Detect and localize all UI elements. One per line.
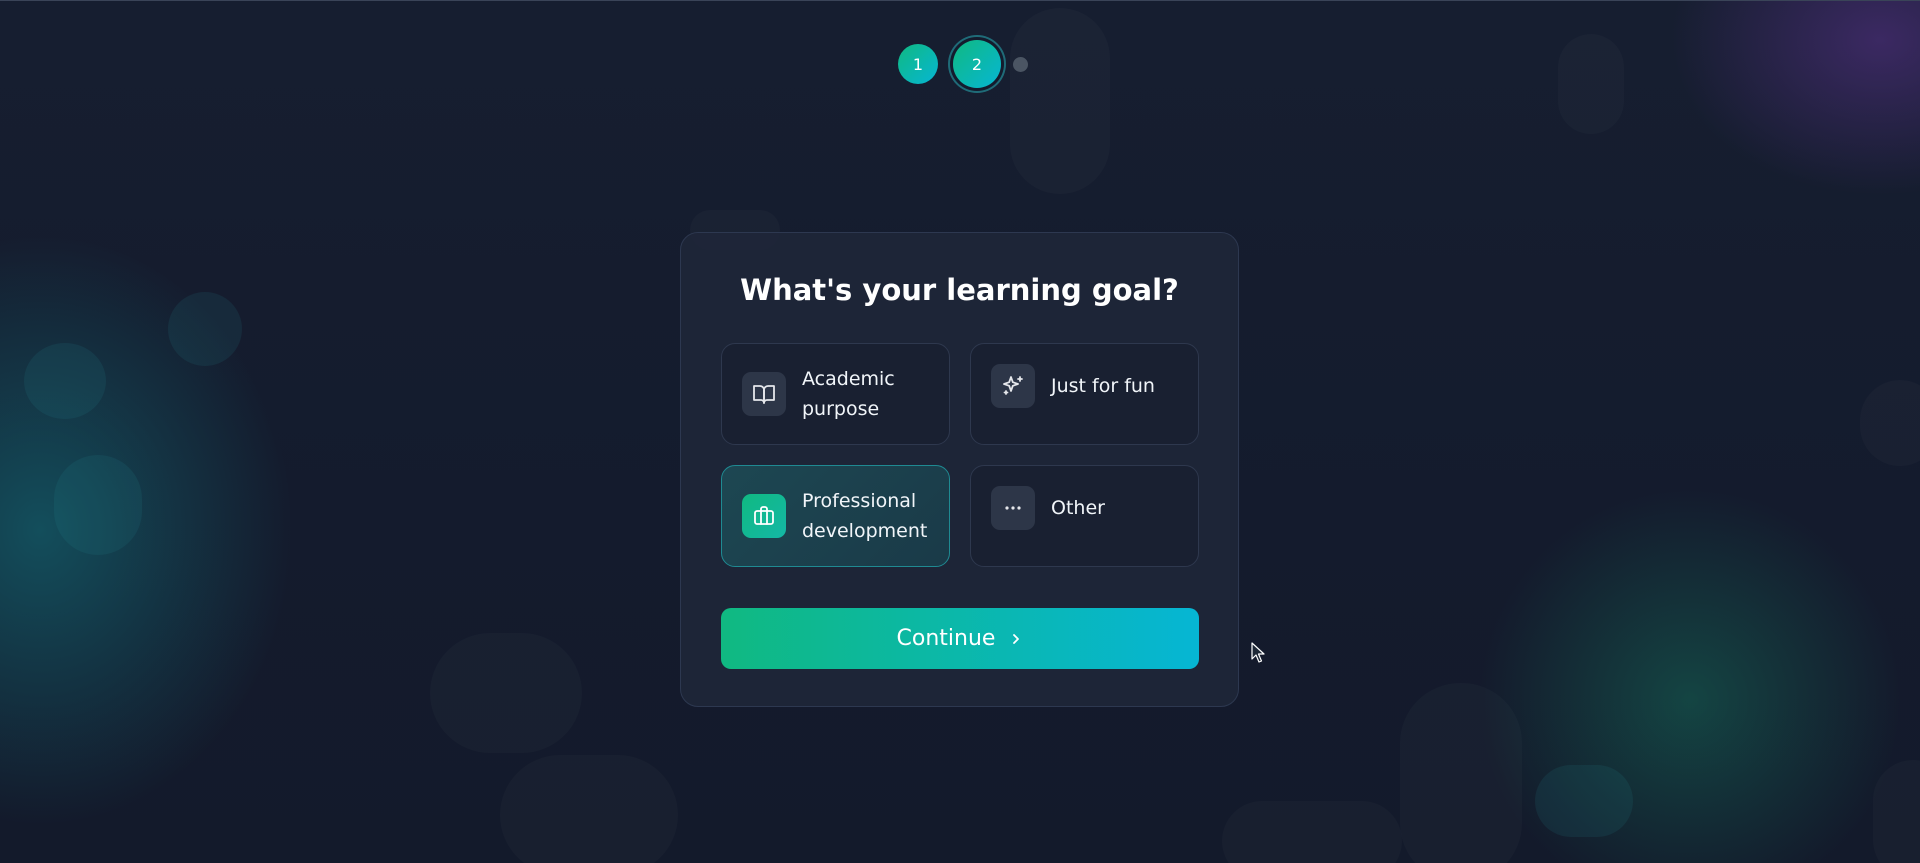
- progress-stepper: 1 2: [898, 40, 1028, 88]
- decorative-shape: [1558, 34, 1624, 134]
- decorative-shape: [1535, 765, 1633, 837]
- continue-button[interactable]: Continue: [721, 608, 1199, 669]
- option-academic-purpose[interactable]: Academic purpose: [721, 343, 950, 445]
- book-icon: [742, 372, 786, 416]
- decorative-shape: [54, 455, 142, 555]
- option-label: Just for fun: [1051, 375, 1155, 397]
- step-2-indicator: 2: [953, 40, 1001, 88]
- chevron-right-icon: [1009, 632, 1023, 646]
- card-title: What's your learning goal?: [740, 273, 1179, 307]
- sparkle-icon: [991, 364, 1035, 408]
- option-label: Academic purpose: [802, 368, 895, 420]
- decorative-shape: [1873, 760, 1920, 863]
- option-professional-development[interactable]: Professional development: [721, 465, 950, 567]
- decorative-shape: [168, 292, 242, 366]
- mouse-cursor-icon: [1251, 642, 1267, 668]
- decorative-shape: [1860, 380, 1920, 466]
- decorative-shape: [24, 343, 106, 419]
- option-label: Other: [1051, 497, 1105, 519]
- step-3-indicator: [1013, 56, 1028, 72]
- decorative-shape: [430, 633, 582, 753]
- option-other[interactable]: Other: [970, 465, 1199, 567]
- decorative-shape: [1400, 683, 1522, 863]
- briefcase-icon: [742, 494, 786, 538]
- decorative-shape: [1222, 801, 1402, 863]
- more-dots-icon: [991, 486, 1035, 530]
- decorative-shape: [500, 755, 678, 863]
- option-label: Professional development: [802, 490, 928, 542]
- decorative-shape: [1010, 8, 1110, 194]
- option-just-for-fun[interactable]: Just for fun: [970, 343, 1199, 445]
- learning-goal-card: What's your learning goal? Academic purp…: [680, 232, 1239, 707]
- continue-label: Continue: [896, 626, 996, 651]
- step-1-indicator: 1: [898, 44, 938, 84]
- top-border: [0, 0, 1920, 1]
